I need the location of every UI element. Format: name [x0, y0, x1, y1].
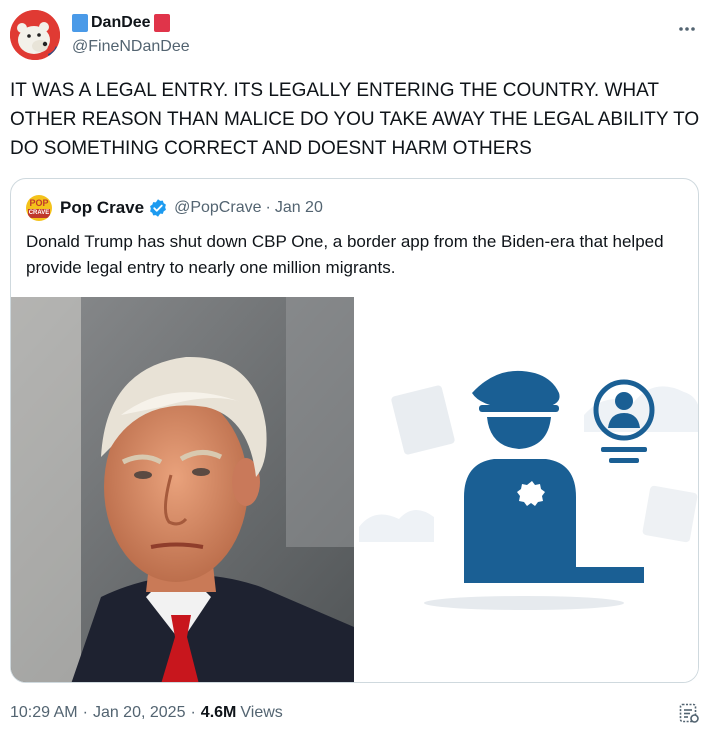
separator-dot: · [82, 704, 88, 721]
tweet-metadata: 10:29 AM · Jan 20, 2025 · 4.6M Views [10, 704, 283, 722]
polar-bear-avatar-image [10, 10, 60, 60]
analytics-button[interactable] [678, 702, 700, 724]
border-officer-illustration [359, 370, 698, 610]
red-square-emoji-icon [153, 14, 170, 32]
portrait-photo [11, 297, 354, 682]
cbp-illustration[interactable] [354, 297, 698, 682]
author-handle[interactable]: @FineNDanDee [72, 38, 190, 56]
avatar[interactable] [10, 10, 60, 60]
more-options-button[interactable] [678, 16, 696, 37]
views-count[interactable]: 4.6M [201, 704, 237, 722]
photo-image[interactable] [11, 297, 354, 682]
quoted-tweet-header: POP CRAVE Pop Crave @PopCrave · Jan 20 [26, 195, 323, 221]
quoted-author-name[interactable]: Pop Crave [60, 198, 144, 218]
pop-crave-logo[interactable]: POP CRAVE [26, 195, 52, 221]
quoted-author-handle[interactable]: @PopCrave [174, 199, 261, 217]
tweet-header: DanDee @FineNDanDee [10, 8, 700, 62]
separator-dot: · [265, 199, 271, 216]
quoted-tweet-date[interactable]: Jan 20 [275, 199, 323, 217]
quoted-tweet[interactable]: POP CRAVE Pop Crave @PopCrave · Jan 20 D… [10, 178, 699, 683]
quoted-tweet-text: Donald Trump has shut down CBP One, a bo… [26, 232, 664, 277]
tweet-date[interactable]: Jan 20, 2025 [93, 704, 186, 722]
more-horizontal-icon [679, 27, 695, 31]
tweet-time[interactable]: 10:29 AM [10, 704, 78, 722]
separator-dot: · [190, 704, 196, 721]
author-name[interactable]: DanDee [91, 14, 151, 32]
quoted-tweet-media[interactable] [11, 297, 698, 682]
verified-badge-icon [150, 199, 167, 217]
analytics-icon [679, 703, 699, 723]
author-info[interactable]: DanDee @FineNDanDee [72, 12, 190, 56]
author-name-row: DanDee [72, 12, 190, 34]
tweet-text: IT WAS A LEGAL ENTRY. ITS LEGALLY ENTERI… [10, 80, 700, 159]
views-label[interactable]: Views [240, 704, 282, 722]
blue-square-emoji-icon [72, 14, 88, 32]
